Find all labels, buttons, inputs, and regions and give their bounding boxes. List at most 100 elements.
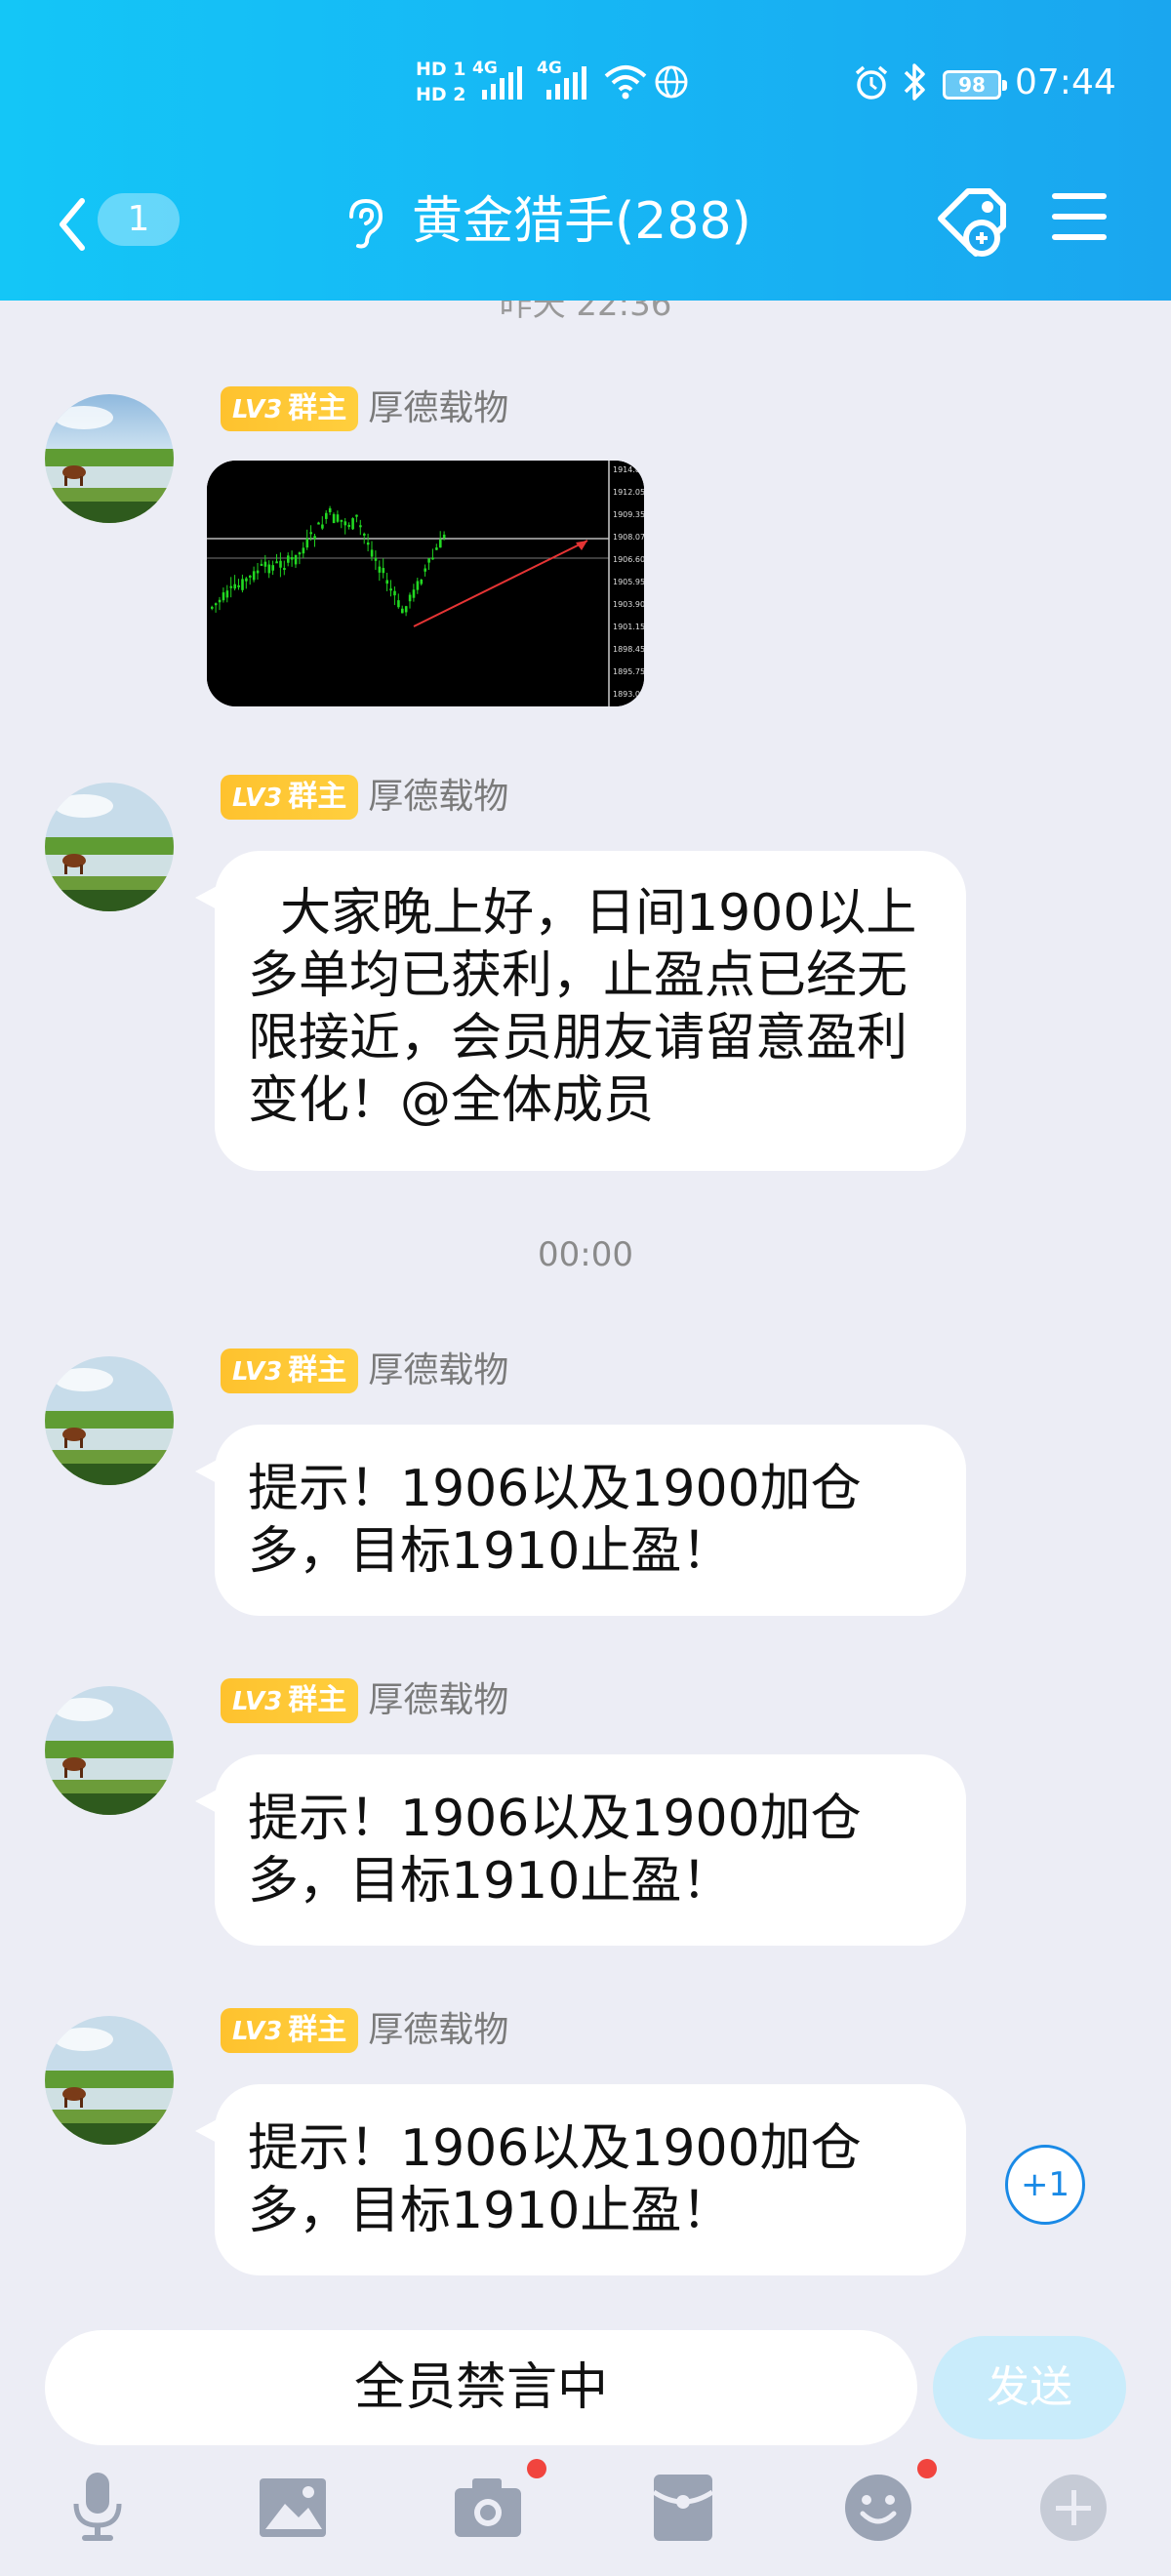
candle-body	[325, 512, 328, 519]
candle-body	[442, 534, 446, 539]
avatar[interactable]	[45, 1686, 174, 1815]
unread-count-badge: 1	[98, 193, 180, 246]
price-axis-label: 1906.60	[613, 555, 644, 564]
image-icon[interactable]	[254, 2469, 332, 2547]
price-axis-label: 1914.8	[613, 465, 640, 474]
candle-body	[340, 519, 343, 522]
sim1-label: HD 1	[416, 59, 466, 80]
candle-body	[366, 542, 370, 545]
price-axis-label: 1903.90	[613, 600, 644, 609]
muted-input-field[interactable]: 全员禁言中	[45, 2330, 917, 2445]
sender-name[interactable]: 厚德载物	[368, 1348, 508, 1393]
price-axis-label: 1893.05	[613, 690, 644, 699]
battery-icon: 98	[943, 70, 1007, 100]
candle-body	[347, 524, 350, 527]
status-bar: HD 1 HD 2 4G 4G 98 07:44	[0, 49, 1171, 127]
avatar[interactable]	[45, 783, 174, 911]
candle-body	[420, 579, 424, 584]
clock: 07:44	[1015, 62, 1116, 102]
candle-body	[305, 538, 309, 548]
candle-body	[385, 580, 388, 584]
text-message-bubble[interactable]: 提示！1906以及1900加仓多，目标1910止盈！	[195, 1425, 966, 1616]
sender-name[interactable]: 厚德载物	[368, 775, 508, 820]
price-axis-label: 1905.95	[613, 578, 644, 586]
candlestick-image: 1914.8 1912.05 1909.35 1908.07 1906.60 1905.9…	[207, 461, 644, 706]
text-message-bubble[interactable]: 提示！1906以及1900加仓多，目标1910止盈！	[195, 2084, 966, 2275]
text-message-bubble[interactable]: 大家晚上好，日间1900以上多单均已获利，止盈点已经无限接近，会员朋友请留意盈利…	[195, 851, 966, 1171]
sender-name[interactable]: 厚德载物	[368, 2008, 508, 2053]
candle-body	[408, 594, 412, 602]
candle-body	[252, 571, 256, 581]
candle-body	[374, 557, 378, 561]
level-badge: LV3 群主	[221, 386, 359, 431]
candle-body	[317, 522, 320, 525]
sender-name[interactable]: 厚德载物	[368, 1678, 508, 1723]
plus-one-button[interactable]: +1	[1005, 2145, 1085, 2225]
avatar[interactable]	[45, 1356, 174, 1485]
role-label: 群主	[288, 1683, 347, 1717]
candle-body	[263, 561, 267, 567]
candle-body	[290, 557, 294, 560]
tag-icon[interactable]	[931, 181, 1013, 263]
chart-image-message[interactable]: 1914.8 1912.05 1909.35 1908.07 1906.60 1905.9…	[207, 461, 644, 706]
alarm-icon	[853, 64, 890, 105]
back-chevron-icon	[60, 198, 85, 251]
candle-body	[245, 578, 248, 582]
candle-body	[271, 565, 274, 571]
candle-body	[401, 608, 404, 614]
plus-icon[interactable]	[1034, 2469, 1112, 2547]
candle-body	[336, 514, 340, 522]
message-list[interactable]: 昨天 22:36 LV3 群主 厚德载物 1914.8 1912.05 1909…	[0, 301, 1171, 2330]
bluetooth-icon	[900, 60, 929, 107]
level-label: LV3	[232, 784, 283, 813]
candle-body	[363, 533, 366, 536]
candle-body	[332, 513, 336, 524]
candle-body	[355, 514, 358, 517]
candle-body	[275, 561, 278, 564]
emoji-notification-dot	[917, 2459, 937, 2478]
candle-body	[214, 603, 218, 606]
candle-body	[256, 570, 260, 574]
candle-body	[359, 525, 362, 528]
signal-icon: 4G	[472, 59, 531, 107]
sender-row: LV3 群主 厚德载物	[221, 1348, 508, 1395]
candle-body	[294, 554, 298, 565]
sim2-label: HD 2	[416, 84, 466, 105]
candle-body	[382, 568, 385, 574]
send-button[interactable]: 发送	[933, 2336, 1126, 2439]
back-button[interactable]: 1	[49, 185, 205, 254]
chat-title-area[interactable]: 黄金猎手(288)	[342, 187, 790, 256]
candle-body	[287, 555, 290, 563]
sender-name[interactable]: 厚德载物	[368, 386, 508, 431]
microphone-icon[interactable]	[59, 2469, 137, 2547]
emoji-icon[interactable]	[839, 2469, 917, 2547]
text-message-bubble[interactable]: 提示！1906以及1900加仓多，目标1910止盈！	[195, 1754, 966, 1946]
sender-row: LV3 群主 厚德载物	[221, 2008, 508, 2055]
level-badge: LV3 群主	[221, 1678, 359, 1723]
candle-body	[427, 558, 430, 563]
candle-body	[298, 552, 302, 555]
red-packet-icon[interactable]	[644, 2469, 722, 2547]
title-bar: HD 1 HD 2 4G 4G 98 07:44 1 黄金猎手(288)	[0, 0, 1171, 301]
candle-body	[343, 521, 347, 526]
network-type-label: 4G	[537, 59, 562, 78]
price-axis-label: 1908.07	[613, 533, 644, 542]
candle-body	[412, 589, 416, 598]
wifi-icon	[603, 62, 648, 105]
candle-body	[222, 592, 225, 601]
candle-body	[439, 539, 442, 548]
avatar[interactable]	[45, 2016, 174, 2145]
price-axis-label: 1909.35	[613, 510, 644, 519]
camera-icon[interactable]	[449, 2469, 527, 2547]
candle-body	[404, 606, 408, 613]
level-label: LV3	[232, 1357, 283, 1387]
candle-body	[279, 560, 282, 568]
sim-indicator: HD 1 HD 2	[416, 57, 466, 107]
avatar[interactable]	[45, 394, 174, 523]
candle-body	[241, 579, 244, 590]
candle-body	[229, 585, 233, 588]
candle-body	[370, 549, 374, 557]
role-label: 群主	[288, 391, 347, 425]
menu-icon[interactable]	[1050, 189, 1109, 244]
role-label: 群主	[288, 1353, 347, 1388]
